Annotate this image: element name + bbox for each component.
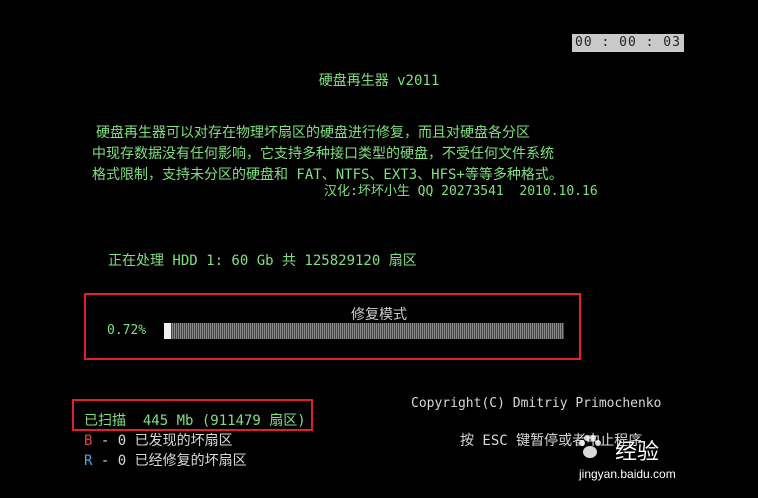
watermark-brand: 经验 xyxy=(615,439,660,464)
watermark-url: jingyan.baidu.com xyxy=(579,467,676,481)
processing-status: 正在处理 HDD 1: 60 Gb 共 125829120 扇区 xyxy=(108,253,417,269)
legend-fixed-bad-sectors: R - 0 已经修复的坏扇区 xyxy=(84,450,247,470)
progress-bar xyxy=(164,323,564,339)
baidu-jingyan-watermark: 经验 jingyan.baidu.com xyxy=(575,430,725,490)
scanned-status: 已扫描 445 Mb (911479 扇区) xyxy=(84,413,306,429)
legend-fixed-text: - 0 已经修复的坏扇区 xyxy=(92,453,247,469)
paw-logo-icon xyxy=(579,435,601,458)
elapsed-timer: 00 : 00 : 03 xyxy=(572,34,684,52)
mode-label: 修复模式 xyxy=(351,307,407,323)
copyright-text: Copyright(C) Dmitriy Primochenko xyxy=(411,396,662,411)
app-title: 硬盘再生器 v2011 xyxy=(318,73,440,89)
progress-bar-fill xyxy=(164,323,171,339)
translator-credit: 汉化:坏坏小生 QQ 20273541 2010.10.16 xyxy=(324,184,598,199)
progress-percent: 0.72% xyxy=(107,323,147,338)
legend-found-text: - 0 已发现的坏扇区 xyxy=(92,433,233,449)
description-line-1: 硬盘再生器可以对存在物理坏扇区的硬盘进行修复，而且对硬盘各分区 xyxy=(96,125,530,141)
description-line-2: 中现存数据没有任何影响，它支持多种接口类型的硬盘，不受任何文件系统 xyxy=(92,146,554,162)
legend-found-bad-sectors: B - 0 已发现的坏扇区 xyxy=(84,430,233,450)
